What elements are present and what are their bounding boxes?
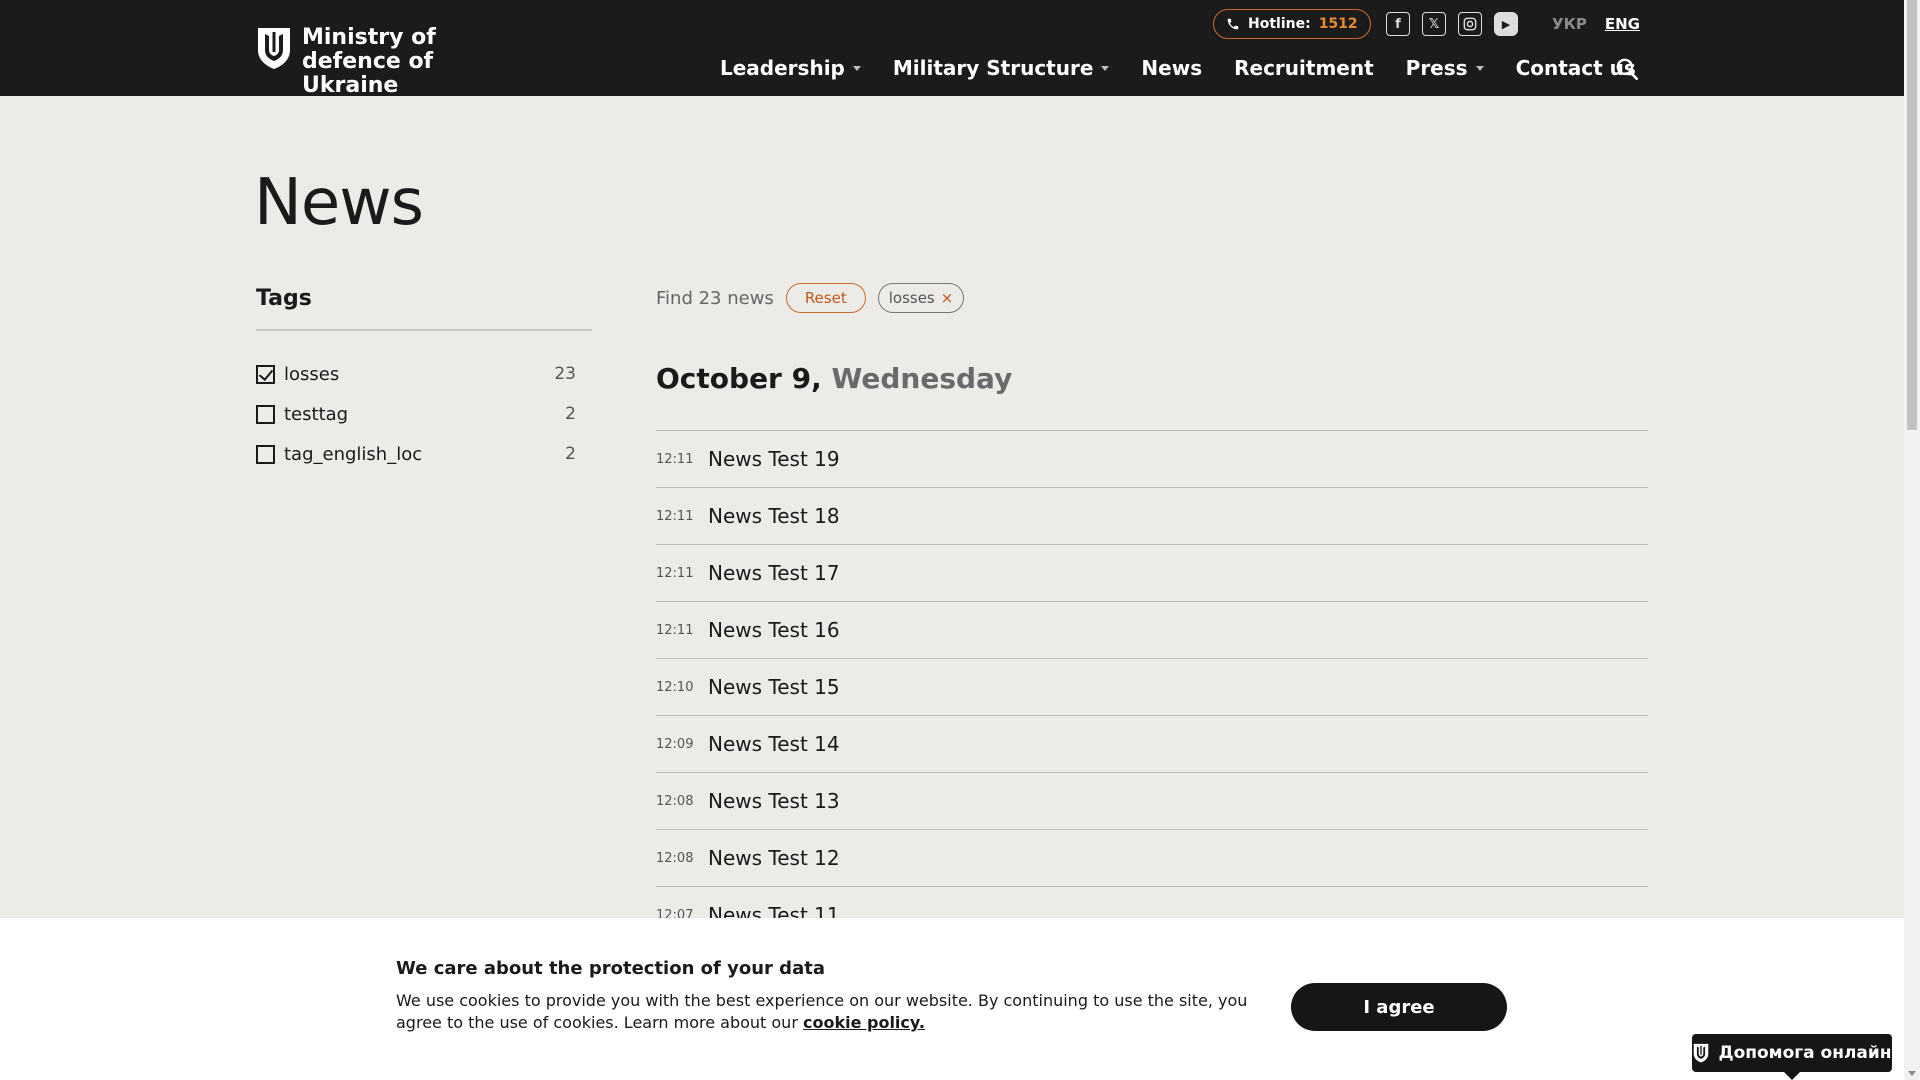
- nav-press[interactable]: Press: [1406, 56, 1484, 80]
- lang-ukr-link[interactable]: УКР: [1552, 15, 1587, 33]
- youtube-icon[interactable]: ▶: [1494, 12, 1518, 36]
- news-item[interactable]: 12:10 News Test 15: [656, 658, 1648, 715]
- date-text: October 9,: [656, 362, 822, 395]
- cookie-text: We use cookies to provide you with the b…: [396, 990, 1276, 1034]
- trident-icon: [1694, 1043, 1709, 1063]
- nav-news[interactable]: News: [1141, 56, 1202, 80]
- news-time: 12:08: [656, 793, 694, 809]
- x-twitter-icon[interactable]: 𝕏: [1422, 12, 1446, 36]
- tags-divider: [256, 329, 592, 331]
- tag-list: losses 23 testtag 2 tag_english_loc 2: [256, 354, 576, 474]
- social-links: f 𝕏 ▶: [1386, 12, 1518, 36]
- tag-count: 23: [554, 364, 576, 384]
- nav-recruitment[interactable]: Recruitment: [1234, 56, 1374, 80]
- tag-filter-tag-english-loc[interactable]: tag_english_loc 2: [256, 434, 576, 474]
- news-time: 12:09: [656, 736, 694, 752]
- cookie-policy-link[interactable]: cookie policy.: [803, 1013, 925, 1032]
- nav-military-structure[interactable]: Military Structure: [893, 56, 1110, 80]
- news-title[interactable]: News Test 14: [708, 732, 840, 756]
- news-time: 12:10: [656, 679, 694, 695]
- cookie-banner: We care about the protection of your dat…: [0, 918, 1904, 1080]
- news-title[interactable]: News Test 13: [708, 789, 840, 813]
- hotline-button[interactable]: Hotline: 1512: [1213, 9, 1371, 39]
- news-item[interactable]: 12:11 News Test 18: [656, 487, 1648, 544]
- news-item[interactable]: 12:08 News Test 13: [656, 772, 1648, 829]
- filter-summary: Find 23 news Reset losses ×: [656, 283, 965, 313]
- tag-filter-testtag[interactable]: testtag 2: [256, 394, 576, 434]
- news-title[interactable]: News Test 19: [708, 447, 840, 471]
- news-title[interactable]: News Test 18: [708, 504, 840, 528]
- news-list: 12:11 News Test 19 12:11 News Test 18 12:1…: [656, 430, 1648, 943]
- news-item[interactable]: 12:09 News Test 14: [656, 715, 1648, 772]
- tag-checkbox[interactable]: [256, 404, 275, 424]
- date-heading: October 9, Wednesday: [656, 362, 1012, 395]
- hotline-number: 1512: [1318, 16, 1358, 32]
- results-count: Find 23 news: [656, 287, 774, 309]
- news-time: 12:08: [656, 850, 694, 866]
- tag-checkbox[interactable]: [256, 444, 275, 464]
- page-title: News: [254, 166, 424, 240]
- page-scrollbar[interactable]: [1904, 0, 1920, 1080]
- chevron-down-icon: [1475, 65, 1484, 71]
- news-title[interactable]: News Test 16: [708, 618, 840, 642]
- tag-filter-losses[interactable]: losses 23: [256, 354, 576, 394]
- active-tag-chip[interactable]: losses ×: [877, 283, 965, 313]
- agree-button[interactable]: I agree: [1291, 983, 1507, 1031]
- news-time: 12:11: [656, 508, 694, 524]
- news-time: 12:11: [656, 451, 694, 467]
- news-title[interactable]: News Test 12: [708, 846, 840, 870]
- nav-label: Military Structure: [892, 56, 1094, 80]
- news-item[interactable]: 12:11 News Test 19: [656, 430, 1648, 487]
- tag-label: tag_english_loc: [284, 443, 423, 465]
- tag-count: 2: [565, 404, 576, 424]
- search-icon[interactable]: [1614, 56, 1640, 82]
- tag-label: testtag: [284, 403, 349, 425]
- news-item[interactable]: 12:11 News Test 17: [656, 544, 1648, 601]
- trident-logo-icon: [258, 28, 290, 69]
- nav-label: Recruitment: [1234, 56, 1374, 80]
- news-title[interactable]: News Test 15: [708, 675, 840, 699]
- site-logo[interactable]: Ministry of defence of Ukraine: [256, 26, 532, 98]
- tag-label: losses: [284, 363, 340, 385]
- logo-text: Ministry of defence of Ukraine: [302, 25, 436, 98]
- reset-button[interactable]: Reset: [785, 283, 866, 313]
- news-title[interactable]: News Test 17: [708, 561, 840, 585]
- tags-heading: Tags: [256, 286, 312, 311]
- instagram-icon[interactable]: [1458, 12, 1482, 36]
- tag-checkbox[interactable]: [256, 364, 275, 384]
- site-header: Ministry of defence of Ukraine Hotline: …: [0, 0, 1904, 98]
- nav-leadership[interactable]: Leadership: [720, 56, 861, 80]
- news-time: 12:11: [656, 622, 694, 638]
- close-icon[interactable]: ×: [941, 289, 954, 307]
- nav-label: Leadership: [720, 56, 845, 80]
- nav-label: News: [1141, 56, 1203, 80]
- chevron-down-icon: [852, 65, 861, 71]
- chevron-down-icon: [1101, 65, 1110, 71]
- facebook-icon[interactable]: f: [1386, 12, 1410, 36]
- language-switcher: УКР ENG: [1552, 15, 1640, 33]
- weekday-text: Wednesday: [831, 362, 1013, 395]
- help-label: Допомога онлайн: [1718, 1043, 1892, 1063]
- help-online-button[interactable]: Допомога онлайн: [1692, 1034, 1892, 1072]
- scroll-down-arrow-icon[interactable]: [1908, 1071, 1916, 1076]
- chip-label: losses: [888, 289, 935, 307]
- hotline-label: Hotline:: [1248, 16, 1311, 32]
- tag-count: 2: [565, 444, 576, 464]
- cookie-title: We care about the protection of your dat…: [396, 958, 825, 979]
- lang-eng-link[interactable]: ENG: [1605, 15, 1640, 33]
- news-time: 12:11: [656, 565, 694, 581]
- main-nav: Leadership Military Structure News Recru…: [720, 56, 1636, 80]
- phone-icon: [1227, 18, 1239, 30]
- nav-label: Press: [1405, 56, 1468, 80]
- help-bubble-tail: [1784, 1072, 1800, 1080]
- scrollbar-thumb[interactable]: [1907, 0, 1917, 430]
- news-item[interactable]: 12:11 News Test 16: [656, 601, 1648, 658]
- news-item[interactable]: 12:08 News Test 12: [656, 829, 1648, 886]
